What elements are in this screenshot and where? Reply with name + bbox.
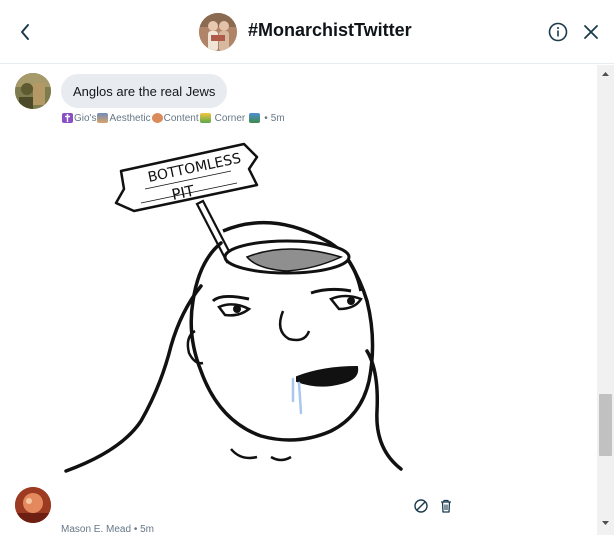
scroll-up-arrow-icon[interactable] [597,68,614,80]
landscape-emoji [249,113,261,123]
info-icon [548,22,568,42]
meme-drawing: BOTTOMLESS PIT [61,131,404,481]
scrollbar-thumb[interactable] [599,394,612,456]
meta-separator: • [133,524,138,535]
info-button[interactable] [546,20,570,44]
group-avatar[interactable] [199,13,237,51]
meta-separator: • [264,112,268,124]
palette-emoji [151,113,163,123]
sender-avatar-image [15,73,51,109]
message-text: Anglos are the real Jews [73,83,216,99]
message-meta: Gio's Aesthetic Content Corner • 5m [61,111,285,125]
chevron-left-icon [21,24,29,40]
delete-button[interactable] [438,498,454,514]
sender-avatar[interactable] [15,487,51,523]
sender-name-part[interactable]: Content [164,113,199,124]
message-meta: Mason E. Mead • 5m [61,524,154,535]
close-icon [584,25,598,39]
message-timestamp: 5m [140,524,155,535]
back-button[interactable] [12,18,38,46]
conversation-header: #MonarchistTwitter [0,0,614,64]
scroll-down-arrow-icon[interactable] [597,517,614,529]
latin-cross-emoji [62,113,73,123]
conversation-title: #MonarchistTwitter [248,20,412,40]
message-timestamp: 5m [270,112,285,124]
close-button[interactable] [579,20,603,44]
message-image[interactable]: BOTTOMLESS PIT [61,131,404,481]
sunrise-emoji [199,113,211,123]
trash-icon [441,499,451,513]
sender-name-part[interactable]: Corner [215,113,246,124]
sender-avatar-image [15,487,51,523]
block-icon [414,499,428,513]
picture-emoji [97,113,109,123]
sender-name[interactable]: Mason E. Mead [61,524,131,535]
message-bubble[interactable]: Anglos are the real Jews [61,74,228,108]
sender-name-part[interactable]: Aesthetic [109,113,150,124]
block-button[interactable] [413,498,429,514]
message-list[interactable]: Anglos are the real Jews Gio's Aesthetic… [0,65,597,535]
sender-name-part[interactable]: Gio's [74,113,96,124]
sender-avatar[interactable] [15,73,51,109]
group-avatar-image [199,13,237,51]
scrollbar[interactable] [597,65,614,535]
